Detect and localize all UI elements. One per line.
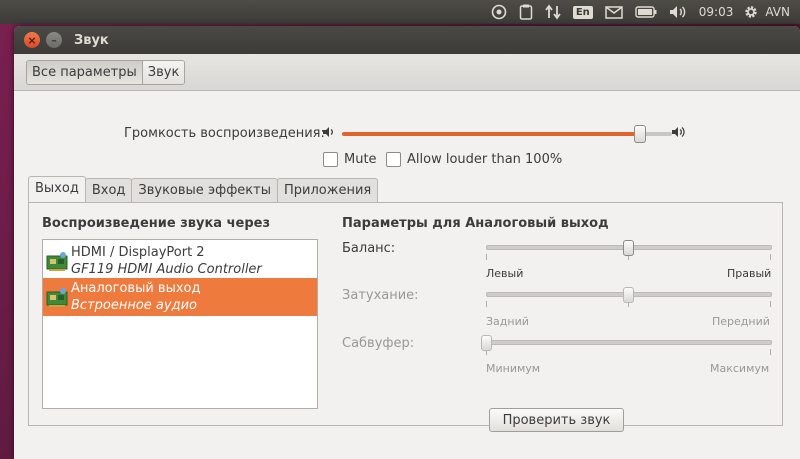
- volume-icon[interactable]: [669, 0, 687, 24]
- balance-tick-left: [486, 254, 487, 260]
- devices-heading: Воспроизведение звука через: [42, 216, 271, 231]
- subwoofer-min-label: Минимум: [486, 362, 541, 375]
- close-button[interactable]: ×: [24, 32, 40, 48]
- test-sound-button[interactable]: Проверить звук: [489, 408, 624, 432]
- tab-output[interactable]: Выход: [28, 176, 86, 202]
- volume-low-icon: [323, 127, 333, 137]
- fade-min-label: Задний: [486, 315, 529, 328]
- keyboard-layout-label[interactable]: En: [572, 5, 593, 19]
- volume-high-icon: [672, 127, 685, 137]
- device-name: Аналоговый выход: [71, 281, 201, 296]
- clock[interactable]: 09:03: [699, 5, 734, 19]
- device-description: Встроенное аудио: [71, 298, 197, 313]
- balance-slider-handle[interactable]: [623, 240, 634, 256]
- breadcrumb: Все параметры Звук: [26, 59, 186, 85]
- device-name: HDMI / DisplayPort 2: [71, 245, 205, 260]
- sound-settings-window: × – Звук Все параметры Звук Громкость во…: [14, 26, 800, 459]
- minimize-icon: –: [51, 33, 57, 47]
- keyboard-layout-icon[interactable]: En: [572, 0, 593, 24]
- fade-label: Затухание:: [342, 288, 419, 303]
- user-name: AVN: [765, 5, 790, 19]
- allow-louder-checkbox[interactable]: Allow louder than 100%: [386, 152, 562, 167]
- tab-bar: Выход Вход Звуковые эффекты Приложения: [28, 176, 379, 202]
- fade-tick-left: [486, 301, 487, 307]
- tab-applications[interactable]: Приложения: [277, 178, 379, 202]
- network-icon[interactable]: [545, 0, 561, 24]
- device-description: GF119 HDMI Audio Controller: [71, 262, 262, 277]
- minimize-button[interactable]: –: [46, 32, 62, 48]
- tab-sound-effects[interactable]: Звуковые эффекты: [131, 178, 278, 202]
- subwoofer-label: Сабвуфер:: [342, 336, 415, 351]
- gear-icon: [745, 6, 758, 18]
- mute-label: Mute: [344, 152, 377, 167]
- volume-slider-fill: [342, 132, 639, 136]
- toolbar: Все параметры Звук: [14, 54, 800, 91]
- device-list: HDMI / DisplayPort 2 GF119 HDMI Audio Co…: [42, 239, 318, 409]
- settings-heading: Параметры для Аналоговый выход: [342, 216, 609, 231]
- balance-tick-right: [770, 254, 771, 260]
- window-title: Звук: [74, 32, 109, 48]
- allow-louder-checkbox-box[interactable]: [386, 152, 401, 167]
- output-tab-page: Воспроизведение звука через HDMI / Displ…: [28, 202, 783, 432]
- tab-input[interactable]: Вход: [84, 178, 133, 202]
- volume-slider[interactable]: [342, 132, 672, 136]
- battery-icon[interactable]: [635, 0, 657, 24]
- clipboard-icon[interactable]: [519, 0, 533, 24]
- close-icon: ×: [27, 33, 37, 47]
- mute-checkbox-box[interactable]: [323, 152, 338, 167]
- top-panel: En 09:03 AVN: [0, 0, 800, 24]
- volume-label: Громкость воспроизведения:: [124, 126, 325, 141]
- all-settings-button[interactable]: Все параметры: [27, 60, 143, 84]
- window-titlebar[interactable]: × – Звук: [14, 26, 800, 54]
- device-hdmi[interactable]: HDMI / DisplayPort 2 GF119 HDMI Audio Co…: [43, 242, 317, 280]
- sound-card-icon: [46, 252, 68, 271]
- device-analog[interactable]: Аналоговый выход Встроенное аудио: [43, 278, 317, 316]
- allow-louder-label: Allow louder than 100%: [407, 152, 563, 167]
- subwoofer-slider[interactable]: [486, 340, 772, 345]
- fade-tick-right: [770, 301, 771, 307]
- balance-min-label: Левый: [486, 267, 524, 280]
- subwoofer-tick-right: [770, 349, 771, 355]
- fade-max-label: Передний: [712, 315, 770, 328]
- mute-checkbox[interactable]: Mute: [323, 152, 377, 167]
- balance-label: Баланс:: [342, 241, 396, 256]
- sound-card-icon: [46, 288, 68, 307]
- fade-slider-handle[interactable]: [623, 287, 634, 303]
- ubuntu-one-icon[interactable]: [491, 0, 507, 24]
- balance-max-label: Правый: [727, 267, 772, 280]
- user-menu[interactable]: AVN: [743, 4, 790, 20]
- subwoofer-slider-handle[interactable]: [481, 335, 492, 351]
- breadcrumb-current[interactable]: Звук: [142, 60, 185, 84]
- mail-icon[interactable]: [605, 0, 623, 24]
- volume-slider-handle[interactable]: [634, 125, 646, 143]
- subwoofer-max-label: Максимум: [710, 362, 770, 375]
